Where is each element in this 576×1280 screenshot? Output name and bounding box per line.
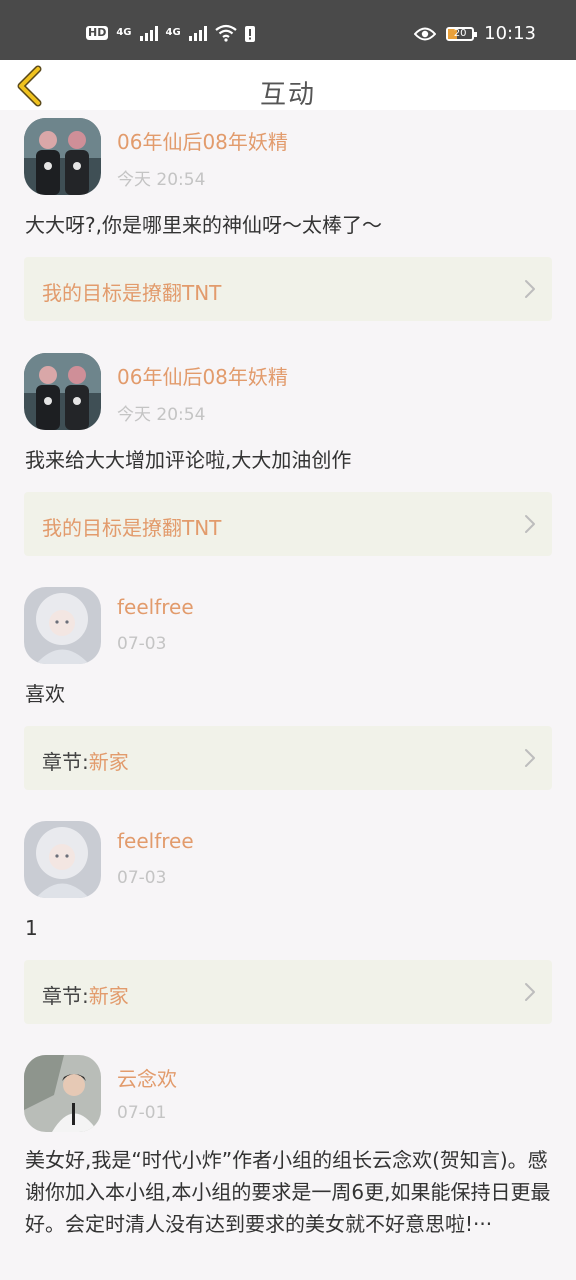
target-label: 我的目标是撩翻TNT: [42, 516, 222, 540]
target-text: 章节:新家: [42, 746, 129, 775]
target-prefix: 章节:: [42, 984, 89, 1008]
chevron-right-icon: [525, 749, 535, 767]
status-right: 20 10:13: [414, 24, 536, 44]
target-card[interactable]: 我的目标是撩翻TNT: [24, 492, 552, 556]
post-time: 07-03: [117, 868, 167, 888]
username[interactable]: feelfree: [117, 595, 194, 619]
chevron-right-icon: [525, 280, 535, 298]
target-label: 我的目标是撩翻TNT: [42, 281, 222, 305]
chevron-right-icon: [525, 983, 535, 1001]
username[interactable]: 06年仙后08年妖精: [117, 361, 288, 390]
signal-icon: [139, 25, 158, 41]
target-text: 章节:新家: [42, 980, 129, 1009]
comment-text: 喜欢: [25, 682, 65, 706]
target-text: 我的目标是撩翻TNT: [42, 512, 221, 541]
alert-icon: [244, 26, 255, 42]
comment-text: 1: [25, 916, 38, 940]
username[interactable]: 云念欢: [117, 1063, 177, 1092]
post-item: 云念欢 07-01 美女好,我是“时代小炸”作者小组的组长云念欢(贺知言)。感谢…: [0, 1048, 576, 1280]
status-left: HD 4G 4G: [86, 24, 255, 42]
target-card[interactable]: 章节:新家: [24, 726, 552, 790]
wifi-icon: [215, 24, 237, 42]
signal-icon-2: [188, 25, 207, 41]
target-text: 我的目标是撩翻TNT: [42, 277, 221, 306]
avatar[interactable]: [24, 587, 101, 664]
eye-icon: [414, 27, 437, 41]
target-card[interactable]: 我的目标是撩翻TNT: [24, 257, 552, 321]
avatar[interactable]: [24, 821, 101, 898]
post-item: 06年仙后08年妖精 今天 20:54 大大呀?,你是哪里来的神仙呀～太棒了～ …: [0, 110, 576, 345]
clock: 10:13: [484, 23, 536, 44]
post-time: 07-03: [117, 634, 167, 654]
battery-level: 20: [453, 28, 467, 39]
post-time: 07-01: [117, 1103, 167, 1123]
comment-text: 美女好,我是“时代小炸”作者小组的组长云念欢(贺知言)。感谢你加入本小组,本小组…: [25, 1148, 551, 1236]
battery-icon: 20: [446, 27, 478, 41]
username[interactable]: feelfree: [117, 829, 194, 853]
post-time: 今天 20:54: [117, 170, 206, 190]
network-type-1: 4G: [116, 27, 132, 38]
post-time: 今天 20:54: [117, 405, 206, 425]
target-label: 新家: [88, 750, 129, 774]
target-card[interactable]: 章节:新家: [24, 960, 552, 1024]
target-label: 新家: [88, 984, 129, 1008]
post-item: feelfree 07-03 喜欢 章节:新家: [0, 579, 576, 813]
comment-text: 我来给大大增加评论啦,大大加油创作: [25, 448, 352, 472]
nav-bar: 互动: [0, 60, 576, 110]
avatar[interactable]: [24, 118, 101, 195]
network-type-2: 4G: [165, 27, 181, 38]
hd-icon: HD: [86, 26, 109, 40]
page-title: 互动: [259, 80, 316, 110]
username[interactable]: 06年仙后08年妖精: [117, 126, 288, 155]
post-item: feelfree 07-03 1 章节:新家: [0, 813, 576, 1048]
post-item: 06年仙后08年妖精 今天 20:54 我来给大大增加评论啦,大大加油创作 我的…: [0, 345, 576, 579]
status-bar: HD 4G 4G 20 10:13: [0, 0, 576, 60]
target-prefix: 章节:: [42, 750, 89, 774]
chevron-right-icon: [525, 515, 535, 533]
avatar[interactable]: [24, 353, 101, 430]
comment-text: 大大呀?,你是哪里来的神仙呀～太棒了～: [25, 213, 382, 237]
avatar[interactable]: [24, 1055, 101, 1132]
